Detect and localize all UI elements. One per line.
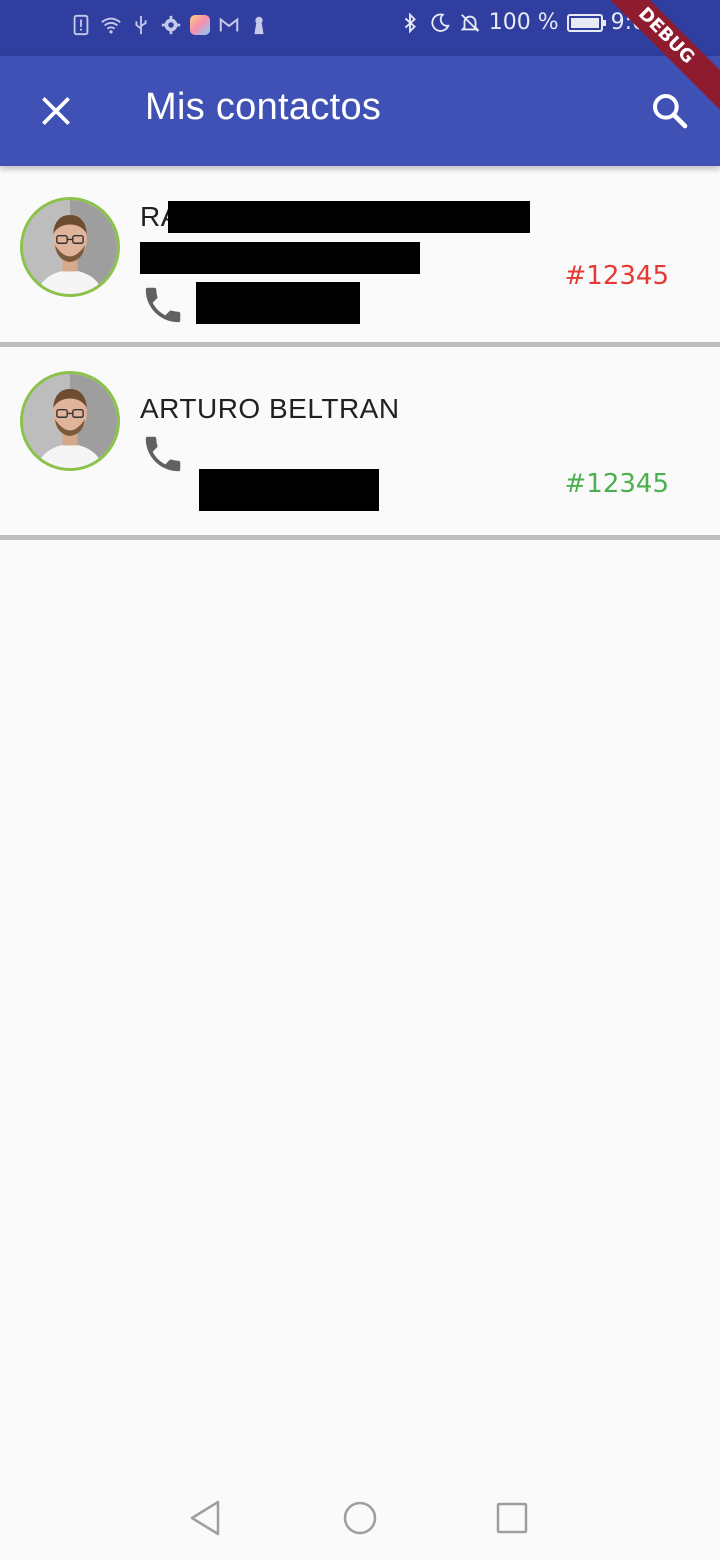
wifi-icon <box>100 14 122 36</box>
usb-icon <box>130 14 152 36</box>
settings-gear-icon <box>160 14 182 36</box>
status-left-icons <box>70 14 270 36</box>
contact-list: RA TO LA #12345 <box>0 166 720 540</box>
moon-icon <box>429 12 451 34</box>
recents-button[interactable] <box>482 1488 542 1548</box>
contact-code: #12345 <box>564 469 670 499</box>
bluetooth-icon <box>399 12 421 34</box>
redaction-bar <box>196 282 360 324</box>
avatar <box>20 197 120 297</box>
status-bar: 100 % 9:03 <box>0 0 720 56</box>
back-button[interactable] <box>175 1488 235 1548</box>
search-icon <box>653 94 688 129</box>
notifications-off-icon <box>459 12 481 34</box>
contact-item[interactable]: RA TO LA #12345 <box>0 166 720 347</box>
home-circle-icon <box>343 1501 377 1535</box>
redaction-bar <box>140 242 420 274</box>
battery-level: 100 % <box>488 10 559 35</box>
system-nav-bar <box>0 1474 720 1560</box>
recents-square-icon <box>496 1502 528 1534</box>
phone-row <box>140 282 200 328</box>
battery-icon <box>566 13 606 32</box>
phone-icon <box>140 431 186 477</box>
avatar <box>20 371 120 471</box>
contact-name: ARTURO BELTRAN <box>140 393 400 424</box>
app-bar: Mis contactos <box>0 56 720 166</box>
page-title: Mis contactos <box>145 86 382 128</box>
close-icon <box>42 97 70 125</box>
redaction-bar <box>168 201 530 233</box>
contact-code: #12345 <box>564 261 670 291</box>
search-button[interactable] <box>646 87 694 135</box>
home-button[interactable] <box>330 1488 390 1548</box>
close-button[interactable] <box>32 87 80 135</box>
phone-row <box>140 431 200 477</box>
gmail-icon <box>218 14 240 36</box>
contact-item[interactable]: ARTURO BELTRAN #12345 <box>0 347 720 540</box>
redaction-bar <box>199 469 379 511</box>
phone-icon <box>140 282 186 328</box>
status-right-icons: 100 % 9:03 <box>399 10 660 35</box>
keyhole-icon <box>248 14 270 36</box>
back-triangle-icon <box>190 1500 220 1536</box>
app-notification-icon <box>190 15 210 35</box>
alert-icon <box>70 14 92 36</box>
